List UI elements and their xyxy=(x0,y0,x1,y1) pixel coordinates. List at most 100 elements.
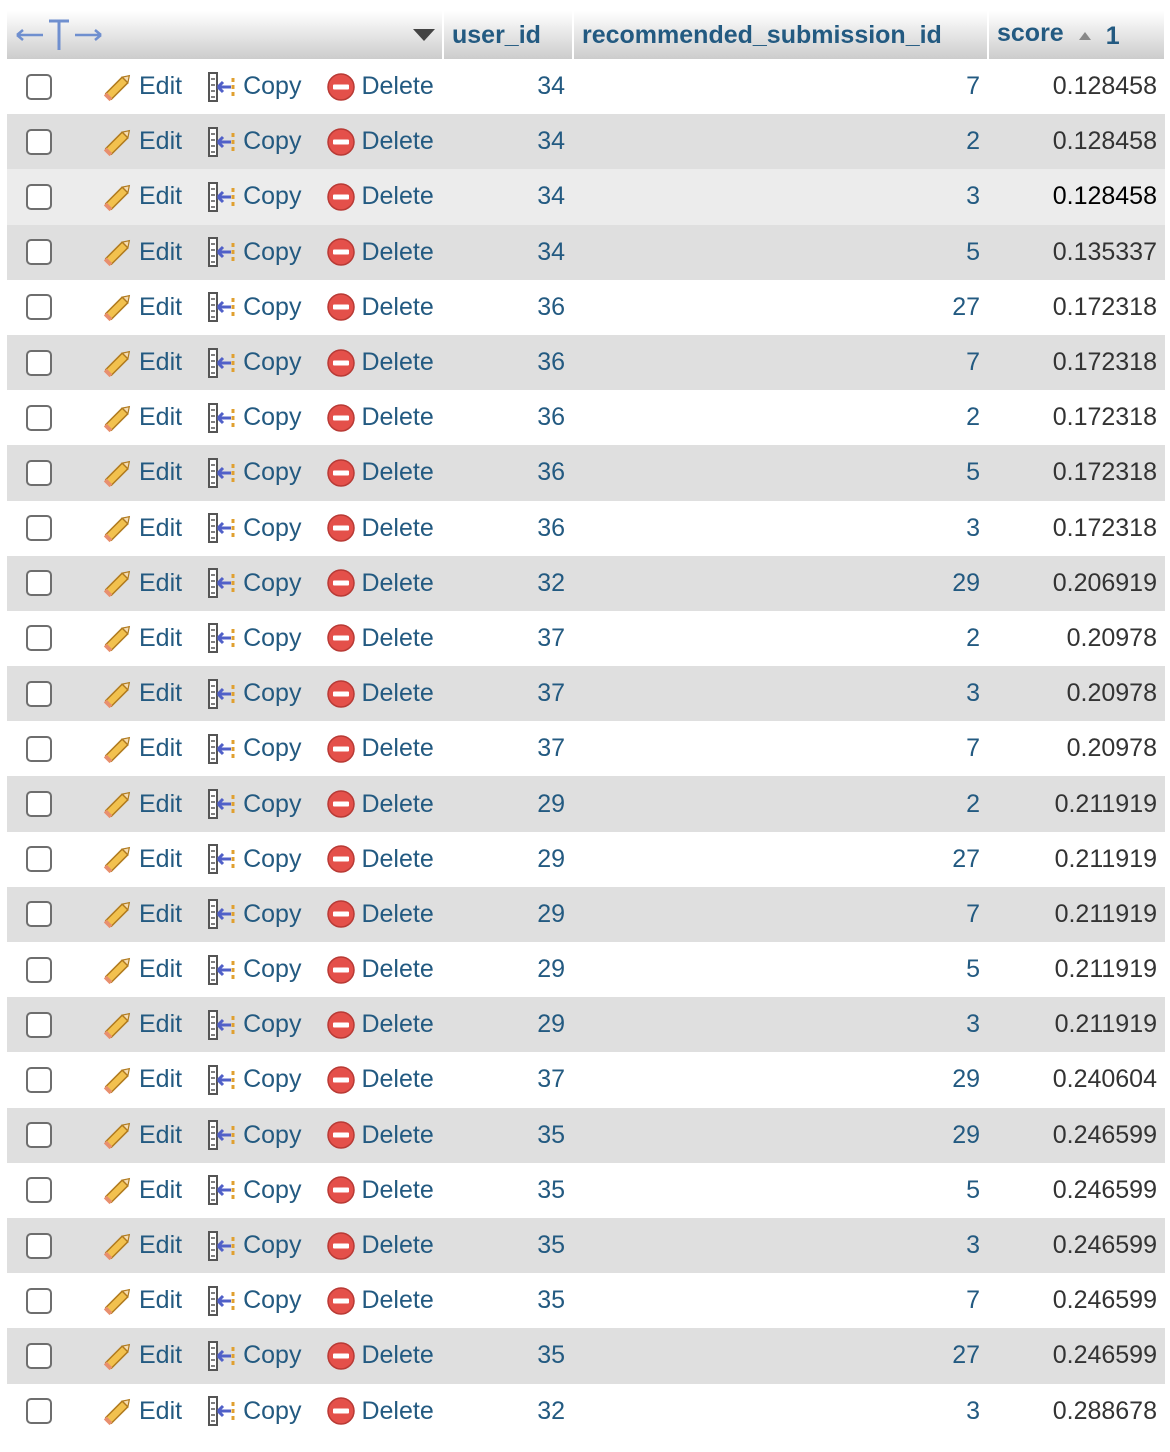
edit-link[interactable]: Edit xyxy=(101,1120,182,1150)
score-cell[interactable]: 0.128458 xyxy=(988,59,1165,114)
score-cell[interactable]: 0.246599 xyxy=(988,1107,1165,1163)
delete-link[interactable]: Delete xyxy=(325,512,434,544)
delete-link[interactable]: Delete xyxy=(325,347,434,379)
copy-label[interactable]: Copy xyxy=(243,182,301,211)
delete-label[interactable]: Delete xyxy=(361,1341,433,1370)
score-cell[interactable]: 0.211919 xyxy=(988,997,1165,1053)
delete-link[interactable]: Delete xyxy=(325,402,434,434)
delete-label[interactable]: Delete xyxy=(361,403,433,432)
score-cell[interactable]: 0.211919 xyxy=(988,886,1165,942)
edit-link[interactable]: Edit xyxy=(101,348,182,378)
row-checkbox[interactable] xyxy=(26,1398,52,1425)
row-checkbox[interactable] xyxy=(26,349,52,376)
recommended-submission-id-cell[interactable]: 7 xyxy=(573,1273,988,1328)
score-cell[interactable]: 0.211919 xyxy=(988,776,1165,832)
copy-link[interactable]: Copy xyxy=(205,1229,301,1263)
copy-link[interactable]: Copy xyxy=(205,511,301,545)
delete-link[interactable]: Delete xyxy=(325,1395,434,1427)
row-checkbox[interactable] xyxy=(26,294,52,321)
column-resize-arrows[interactable] xyxy=(15,18,103,52)
recommended-submission-id-cell[interactable]: 2 xyxy=(573,390,988,445)
delete-label[interactable]: Delete xyxy=(361,1286,433,1315)
copy-label[interactable]: Copy xyxy=(243,238,301,267)
copy-link[interactable]: Copy xyxy=(205,732,301,766)
score-cell[interactable]: 0.20978 xyxy=(988,666,1165,722)
column-header-score[interactable]: score 1 xyxy=(988,11,1166,59)
recommended-submission-id-cell[interactable]: 3 xyxy=(573,1384,988,1439)
copy-link[interactable]: Copy xyxy=(205,70,301,104)
delete-label[interactable]: Delete xyxy=(361,182,433,211)
delete-label[interactable]: Delete xyxy=(361,72,433,101)
score-cell[interactable]: 0.211919 xyxy=(988,942,1165,997)
edit-link[interactable]: Edit xyxy=(101,679,182,709)
copy-label[interactable]: Copy xyxy=(243,1176,301,1205)
edit-label[interactable]: Edit xyxy=(139,900,182,929)
delete-label[interactable]: Delete xyxy=(361,734,433,763)
edit-link[interactable]: Edit xyxy=(101,789,182,819)
score-cell[interactable]: 0.288678 xyxy=(988,1384,1165,1439)
user-id-cell[interactable]: 35 xyxy=(443,1107,573,1163)
edit-label[interactable]: Edit xyxy=(139,734,182,763)
copy-link[interactable]: Copy xyxy=(205,1339,301,1373)
row-checkbox[interactable] xyxy=(26,956,52,983)
delete-label[interactable]: Delete xyxy=(361,1065,433,1094)
edit-link[interactable]: Edit xyxy=(101,182,182,212)
copy-link[interactable]: Copy xyxy=(205,1063,301,1097)
copy-label[interactable]: Copy xyxy=(243,1286,301,1315)
copy-label[interactable]: Copy xyxy=(243,900,301,929)
delete-link[interactable]: Delete xyxy=(325,236,434,268)
user-id-cell[interactable]: 32 xyxy=(443,1384,573,1439)
recommended-submission-id-cell[interactable]: 7 xyxy=(573,59,988,114)
copy-label[interactable]: Copy xyxy=(243,734,301,763)
edit-label[interactable]: Edit xyxy=(139,790,182,819)
user-id-cell[interactable]: 29 xyxy=(443,776,573,832)
row-checkbox[interactable] xyxy=(26,515,52,542)
delete-label[interactable]: Delete xyxy=(361,1010,433,1039)
copy-link[interactable]: Copy xyxy=(205,1118,301,1152)
copy-link[interactable]: Copy xyxy=(205,897,301,931)
edit-link[interactable]: Edit xyxy=(101,844,182,874)
delete-link[interactable]: Delete xyxy=(325,1340,434,1372)
copy-label[interactable]: Copy xyxy=(243,348,301,377)
edit-label[interactable]: Edit xyxy=(139,1397,182,1426)
recommended-submission-id-cell[interactable]: 3 xyxy=(573,1217,988,1274)
edit-link[interactable]: Edit xyxy=(101,623,182,653)
recommended-submission-id-cell[interactable]: 5 xyxy=(573,445,988,501)
delete-label[interactable]: Delete xyxy=(361,679,433,708)
recommended-submission-id-cell[interactable]: 3 xyxy=(573,169,988,225)
user-id-cell[interactable]: 37 xyxy=(443,611,573,666)
row-checkbox[interactable] xyxy=(26,1287,52,1314)
copy-link[interactable]: Copy xyxy=(205,787,301,821)
row-checkbox[interactable] xyxy=(26,183,52,210)
edit-link[interactable]: Edit xyxy=(101,1010,182,1040)
delete-link[interactable]: Delete xyxy=(325,733,434,765)
copy-link[interactable]: Copy xyxy=(205,1173,301,1207)
copy-label[interactable]: Copy xyxy=(243,1010,301,1039)
score-cell[interactable]: 0.246599 xyxy=(988,1273,1165,1328)
edit-link[interactable]: Edit xyxy=(101,1231,182,1261)
recommended-submission-id-cell[interactable]: 5 xyxy=(573,942,988,997)
row-checkbox[interactable] xyxy=(26,1177,52,1204)
copy-label[interactable]: Copy xyxy=(243,514,301,543)
edit-link[interactable]: Edit xyxy=(101,955,182,985)
score-cell[interactable]: 0.128458 xyxy=(988,169,1165,225)
delete-label[interactable]: Delete xyxy=(361,900,433,929)
edit-link[interactable]: Edit xyxy=(101,1175,182,1205)
row-checkbox[interactable] xyxy=(26,1342,52,1369)
recommended-submission-id-cell[interactable]: 5 xyxy=(573,224,988,280)
edit-link[interactable]: Edit xyxy=(101,292,182,322)
row-checkbox[interactable] xyxy=(26,1232,52,1259)
user-id-cell[interactable]: 34 xyxy=(443,114,573,170)
copy-label[interactable]: Copy xyxy=(243,955,301,984)
user-id-cell[interactable]: 34 xyxy=(443,169,573,225)
copy-link[interactable]: Copy xyxy=(205,456,301,490)
delete-link[interactable]: Delete xyxy=(325,567,434,599)
delete-link[interactable]: Delete xyxy=(325,954,434,986)
row-checkbox[interactable] xyxy=(26,1122,52,1149)
user-id-cell[interactable]: 36 xyxy=(443,390,573,445)
edit-label[interactable]: Edit xyxy=(139,679,182,708)
edit-label[interactable]: Edit xyxy=(139,1121,182,1150)
delete-label[interactable]: Delete xyxy=(361,348,433,377)
edit-label[interactable]: Edit xyxy=(139,127,182,156)
copy-label[interactable]: Copy xyxy=(243,458,301,487)
